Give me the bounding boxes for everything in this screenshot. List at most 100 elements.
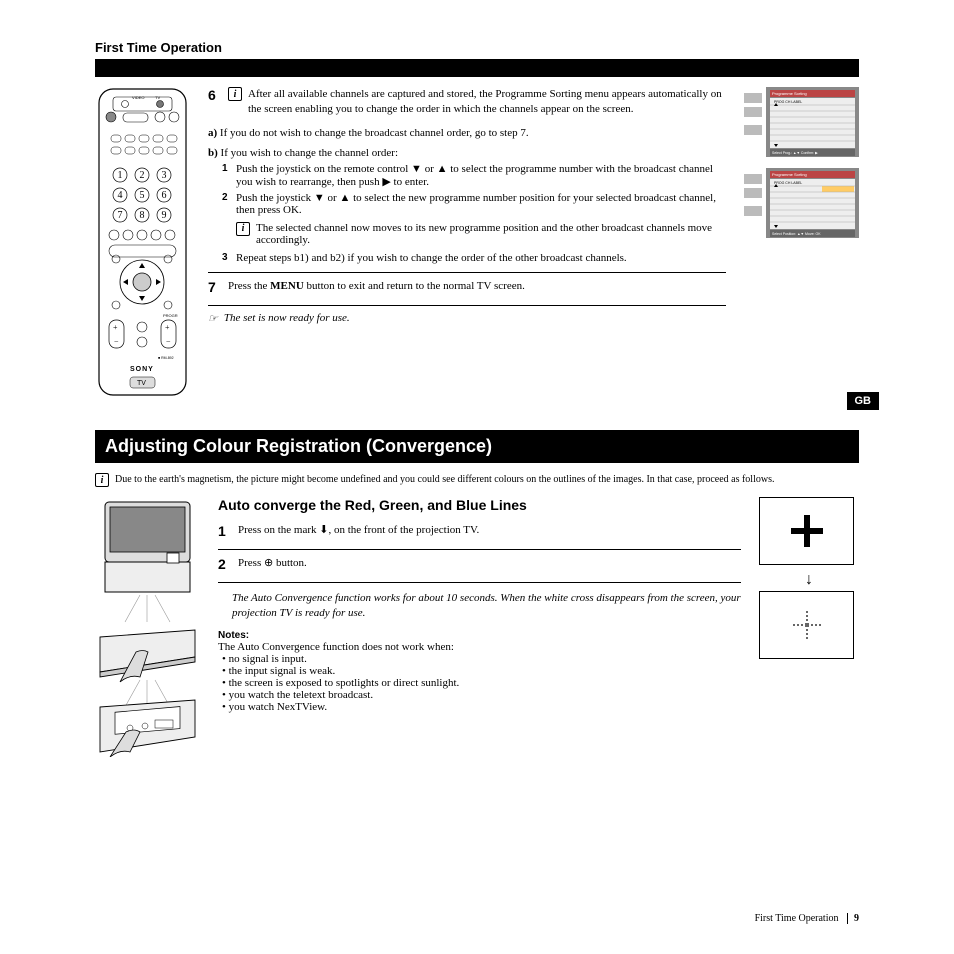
svg-text:TV: TV	[137, 380, 146, 387]
svg-text:+: +	[113, 323, 118, 332]
divider	[208, 305, 726, 306]
svg-text:4: 4	[118, 190, 123, 201]
lower-grid: Auto converge the Red, Green, and Blue L…	[95, 497, 859, 760]
down-arrow-icon: ↓	[759, 571, 859, 589]
sub-a: a) If you do not wish to change the broa…	[208, 127, 726, 139]
step-7: 7 Press the MENU button to exit and retu…	[208, 279, 726, 295]
sub-b2-text: Push the joystick ▼ or ▲ to select the n…	[236, 192, 726, 216]
intro-text: Due to the earth's magnetism, the pictur…	[115, 473, 774, 487]
hand-icon: ☞	[208, 312, 218, 325]
notes-intro: The Auto Convergence function does not w…	[218, 641, 741, 653]
sub-b-label: b)	[208, 147, 218, 159]
info-icon: i	[95, 473, 109, 487]
footer-label: First Time Operation	[755, 913, 839, 924]
svg-text:−: −	[166, 337, 171, 346]
cross-column: ↓	[759, 497, 859, 760]
svg-text:PROG CH LABEL: PROG CH LABEL	[774, 100, 802, 104]
svg-text:8: 8	[140, 210, 145, 221]
top-content: VIDEO TV 1 2 3 4 5	[95, 87, 859, 400]
dotted-cross-icon	[759, 591, 854, 659]
sub-a-label: a)	[208, 127, 217, 139]
section-intro: i Due to the earth's magnetism, the pict…	[95, 473, 859, 487]
step7-pre: Press the	[228, 280, 270, 292]
sub-b1: 1 Push the joystick on the remote contro…	[222, 163, 726, 188]
bullet: you watch the teletext broadcast.	[222, 689, 741, 701]
ready-note: ☞ The set is now ready for use.	[208, 312, 726, 325]
step-number: 6	[208, 87, 222, 117]
svg-text:Select Position: ▲▼ Move: OK: Select Position: ▲▼ Move: OK	[772, 232, 821, 236]
step-number: 1	[218, 523, 232, 539]
header-title: First Time Operation	[95, 40, 859, 55]
svg-text:SONY: SONY	[130, 366, 154, 373]
sub-a-text: If you do not wish to change the broadca…	[220, 127, 529, 139]
sub-b3: 3 Repeat steps b1) and b2) if you wish t…	[222, 252, 726, 264]
sub-b1-text: Push the joystick on the remote control …	[236, 163, 726, 188]
svg-text:VIDEO: VIDEO	[132, 95, 144, 100]
svg-text:Programme Sorting: Programme Sorting	[772, 172, 807, 177]
conv-step-1: 1 Press on the mark ⬇, on the front of t…	[218, 523, 741, 539]
convergence-subtitle: Auto converge the Red, Green, and Blue L…	[218, 497, 741, 513]
bullet-list: no signal is input. the input signal is …	[222, 653, 741, 713]
divider	[218, 582, 741, 583]
conv-s1-text: Press on the mark ⬇, on the front of the…	[238, 523, 741, 539]
conv-step-2: 2 Press ⊕ button.	[218, 556, 741, 572]
tv-column	[95, 497, 200, 760]
divider	[218, 549, 741, 550]
section-title: Adjusting Colour Registration (Convergen…	[95, 430, 859, 463]
step-number: 7	[208, 279, 222, 295]
conv-s2-text: Press ⊕ button.	[238, 556, 741, 572]
bullet: the screen is exposed to spotlights or d…	[222, 677, 741, 689]
divider	[208, 272, 726, 273]
note-text: The selected channel now moves to its ne…	[256, 222, 726, 246]
svg-text:TV: TV	[155, 95, 160, 100]
osd-screenshot-1: Programme Sorting PROG CH LABEL Select P…	[744, 87, 859, 157]
osd-screenshot-2: Programme Sorting PROG CH LABEL Select P…	[744, 168, 859, 238]
info-icon: i	[236, 222, 250, 236]
svg-text:PROGR: PROGR	[163, 313, 178, 318]
svg-text:5: 5	[140, 190, 145, 201]
solid-cross-icon	[759, 497, 854, 565]
steps-column: 6 i After all available channels are cap…	[208, 87, 726, 400]
info-icon: i	[228, 87, 242, 101]
conv-italic-note: The Auto Convergence function works for …	[232, 591, 741, 622]
step7-post: button to exit and return to the normal …	[304, 280, 525, 292]
svg-text:Select Prog.: ▲▼ Confirm: ▶: Select Prog.: ▲▼ Confirm: ▶	[772, 151, 819, 155]
svg-text:9: 9	[162, 210, 167, 221]
note-box: i The selected channel now moves to its …	[236, 222, 726, 246]
svg-text:3: 3	[162, 170, 167, 181]
sub-b: b) If you wish to change the channel ord…	[208, 147, 726, 264]
svg-text:+: +	[165, 323, 170, 332]
svg-text:6: 6	[162, 190, 167, 201]
mid-column: Auto converge the Red, Green, and Blue L…	[218, 497, 741, 760]
sub-b3-text: Repeat steps b1) and b2) if you wish to …	[236, 252, 627, 264]
svg-text:1: 1	[118, 170, 123, 181]
osd-column: Programme Sorting PROG CH LABEL Select P…	[744, 87, 859, 400]
remote-control-icon: VIDEO TV 1 2 3 4 5	[95, 87, 190, 397]
bullet: no signal is input.	[222, 653, 741, 665]
sub-b-text: If you wish to change the channel order:	[221, 147, 398, 159]
step-6: 6 i After all available channels are cap…	[208, 87, 726, 117]
bullet: you watch NexTView.	[222, 701, 741, 713]
language-tab-gb: GB	[847, 392, 880, 410]
svg-text:■ RM-892: ■ RM-892	[158, 356, 174, 360]
sub-b2: 2 Push the joystick ▼ or ▲ to select the…	[222, 192, 726, 216]
svg-text:Programme Sorting: Programme Sorting	[772, 91, 807, 96]
menu-label: MENU	[270, 280, 304, 292]
step-number: 2	[218, 556, 232, 572]
svg-text:−: −	[114, 337, 119, 346]
header-bar	[95, 59, 859, 77]
page-number: 9	[847, 913, 859, 924]
projection-tv-icon	[95, 497, 200, 757]
ready-text: The set is now ready for use.	[224, 312, 350, 324]
svg-text:7: 7	[118, 210, 123, 221]
notes-title: Notes:	[218, 630, 741, 641]
step6-text: After all available channels are capture…	[248, 87, 726, 117]
bullet: the input signal is weak.	[222, 665, 741, 677]
sub-b3-num: 3	[222, 252, 232, 264]
svg-text:PROG CH LABEL: PROG CH LABEL	[774, 181, 802, 185]
sub-b1-num: 1	[222, 163, 232, 188]
svg-text:2: 2	[140, 170, 145, 181]
sub-b2-num: 2	[222, 192, 232, 216]
remote-column: VIDEO TV 1 2 3 4 5	[95, 87, 190, 400]
page-footer: First Time Operation 9	[755, 913, 859, 924]
